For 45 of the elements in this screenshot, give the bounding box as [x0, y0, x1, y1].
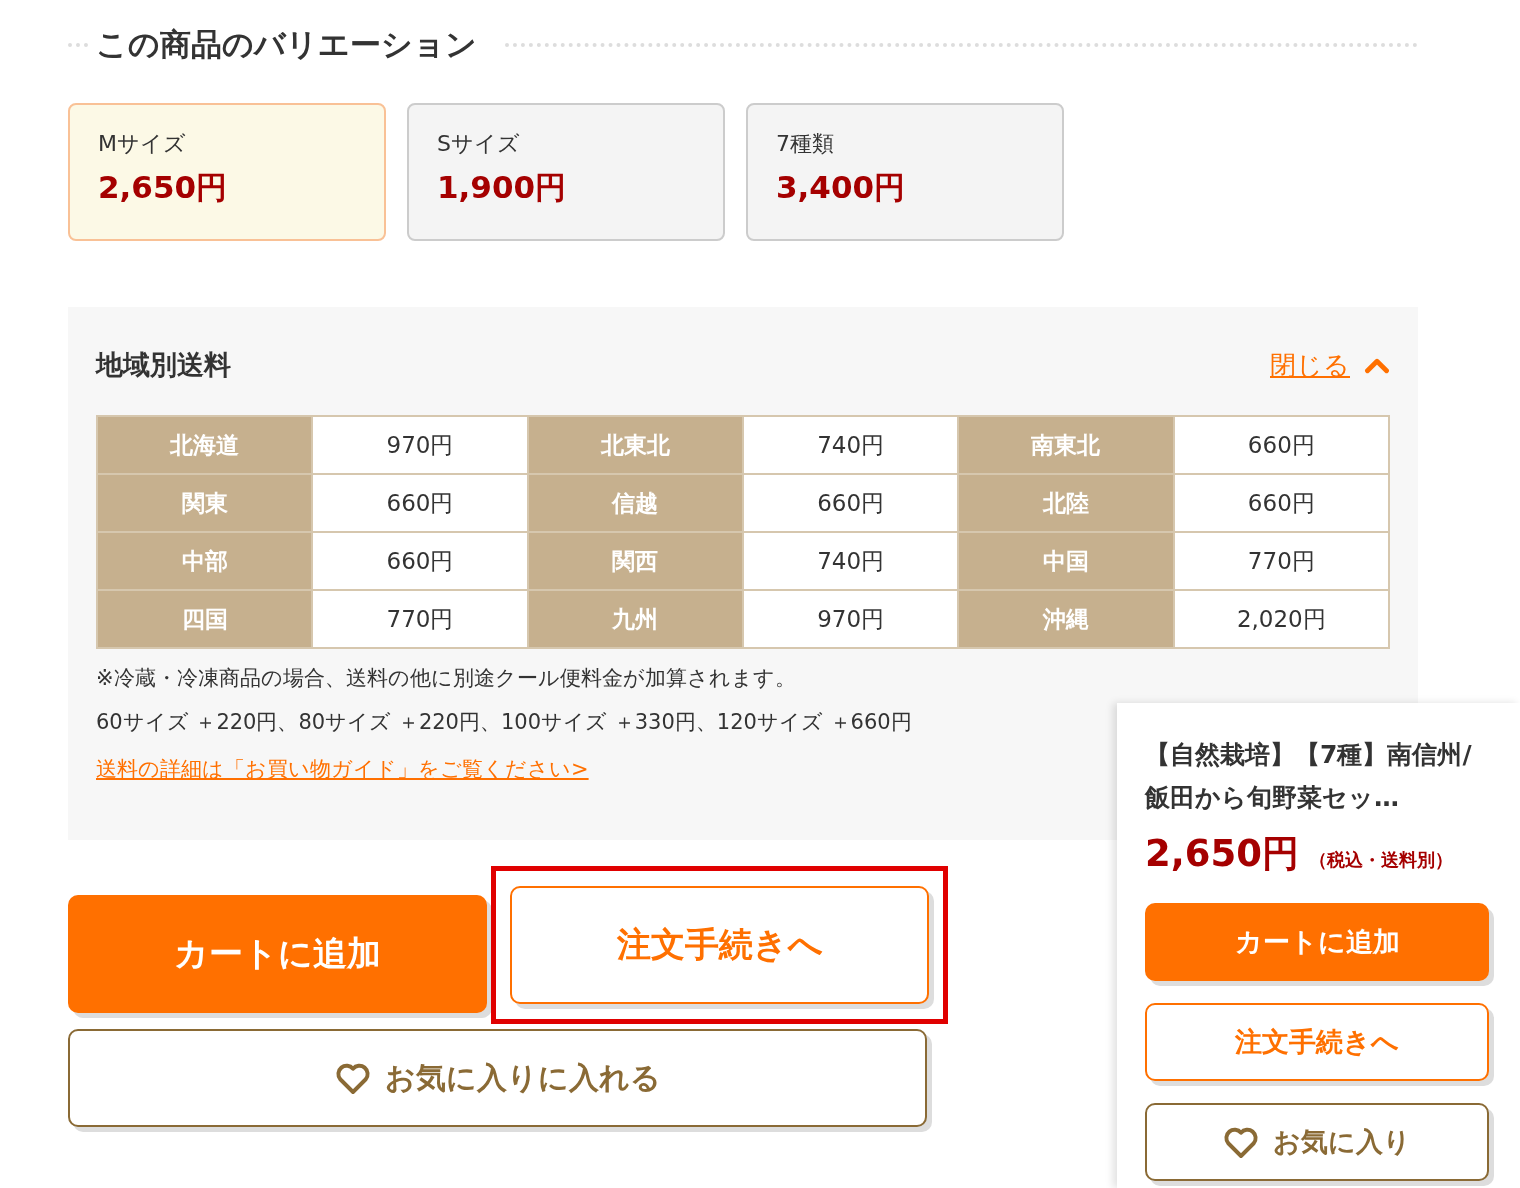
fee-cell: 770円: [1173, 532, 1389, 590]
region-cell: 北陸: [958, 474, 1174, 532]
panel-title: 地域別送料: [96, 348, 231, 382]
note-text: ※冷蔵・冷凍商品の場合、送料の他に別途クール便料金が加算されます。: [96, 665, 797, 692]
fee-cell: 970円: [743, 590, 959, 648]
fee-cell: 660円: [312, 474, 528, 532]
fee-cell: 770円: [312, 590, 528, 648]
region-cell: 関西: [527, 532, 743, 590]
variation-label: 7種類: [776, 130, 835, 158]
variation-card[interactable]: Sサイズ 1,900円: [407, 103, 725, 241]
product-price: 2,650円: [1145, 831, 1300, 877]
variation-label: Sサイズ: [437, 130, 521, 158]
fee-cell: 970円: [312, 416, 528, 474]
guide-link[interactable]: 送料の詳細は「お買い物ガイド」をご覧ください>: [96, 755, 589, 783]
variation-price: 1,900円: [437, 168, 568, 207]
region-cell: 北東北: [527, 416, 743, 474]
fee-cell: 660円: [743, 474, 959, 532]
region-cell: 関東: [97, 474, 313, 532]
heart-icon: [334, 1061, 371, 1095]
region-cell: 信越: [527, 474, 743, 532]
fee-cell: 2,020円: [1173, 590, 1389, 648]
variation-price: 2,650円: [98, 168, 229, 207]
chevron-up-icon: [1364, 356, 1390, 374]
tax-note: （税込・送料別）: [1309, 848, 1454, 872]
fee-cell: 740円: [743, 416, 959, 474]
product-title: 【自然栽培】【7種】南信州/飯田から旬野菜セッ…: [1145, 739, 1473, 814]
region-cell: 九州: [527, 590, 743, 648]
fee-cell: 740円: [743, 532, 959, 590]
variation-price: 3,400円: [776, 168, 907, 207]
region-cell: 南東北: [958, 416, 1174, 474]
region-cell: 中部: [97, 532, 313, 590]
note-text: 60サイズ ＋220円、80サイズ ＋220円、100サイズ ＋330円、120サイズ ＋660円: [96, 709, 913, 736]
region-cell: 四国: [97, 590, 313, 648]
fee-cell: 660円: [1173, 474, 1389, 532]
fee-cell: 660円: [1173, 416, 1389, 474]
region-cell: 中国: [958, 532, 1174, 590]
variation-card[interactable]: Mサイズ 2,650円: [68, 103, 386, 241]
close-link[interactable]: 閉じる: [1270, 347, 1390, 383]
region-cell: 北海道: [97, 416, 313, 474]
region-cell: 沖縄: [958, 590, 1174, 648]
fee-cell: 660円: [312, 532, 528, 590]
heart-icon: [1223, 1125, 1259, 1159]
section-title: この商品のバリエーション: [96, 25, 477, 64]
variation-label: Mサイズ: [98, 130, 187, 158]
variation-card[interactable]: 7種類 3,400円: [746, 103, 1064, 241]
